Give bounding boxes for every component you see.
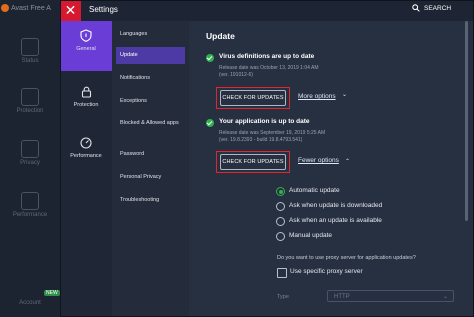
submenu-update[interactable]: Update [116,47,185,64]
radio-manual-update[interactable] [276,232,285,241]
radio-label: Manual update [289,232,333,239]
chevron-down-icon[interactable]: ⌄ [342,91,347,98]
search-button[interactable]: SEARCH [412,4,451,12]
radio-label: Automatic update [289,187,340,194]
bg-nav-protection: Protection [6,88,54,114]
radio-ask-when-available[interactable] [276,217,285,226]
update-settings-panel: Update Virus definitions are up to date … [189,21,474,317]
lock-icon [81,86,91,98]
window-title: Settings [89,5,118,14]
more-options-link[interactable]: More options [298,93,336,100]
search-icon [412,4,420,12]
settings-categories: General Protection Performance [60,21,112,317]
use-proxy-label: Use specific proxy server [290,268,363,275]
background-app-title: Avast Free A [11,5,51,12]
proxy-type-dropdown[interactable]: HTTP ⌄ [327,290,454,302]
gauge-icon [21,192,39,210]
window-header: ✕ Settings SEARCH [60,0,474,21]
scrollbar[interactable] [465,21,468,221]
submenu-troubleshooting[interactable]: Troubleshooting [116,194,185,207]
search-label: SEARCH [424,4,452,12]
chevron-down-icon: ⌄ [442,294,448,300]
radio-automatic-update[interactable] [276,187,285,196]
proxy-type-value: HTTP [334,294,350,300]
page-title: Update [206,31,235,41]
category-label: Performance [70,153,102,159]
use-proxy-checkbox[interactable] [277,268,287,278]
submenu-personal-privacy[interactable]: Personal Privacy [116,171,185,184]
bg-nav-account: Account [19,300,41,306]
check-circle-icon [206,119,214,127]
bg-nav-privacy: Privacy [6,140,54,166]
bg-nav-performance: Performance [6,192,54,218]
category-protection[interactable]: Protection [60,78,112,128]
app-release-date: Release date was September 19, 2019 5:25… [219,130,326,136]
application-status: Your application is up to date [219,118,310,125]
submenu-blocked-allowed-apps[interactable]: Blocked & Allowed apps [116,117,185,130]
check-for-updates-virus-button[interactable]: CHECK FOR UPDATES [220,90,286,106]
shield-icon [80,29,92,42]
submenu-notifications[interactable]: Notifications [116,72,185,85]
submenu-password[interactable]: Password [116,148,185,161]
bg-nav-status: Status [6,38,54,64]
category-performance[interactable]: Performance [60,129,112,179]
virus-version: (ver. 191012-6) [219,72,253,78]
new-badge: NEW [44,290,60,296]
virus-definitions-status: Virus definitions are up to date [219,53,315,60]
category-general[interactable]: General [60,21,112,71]
check-circle-icon [206,54,214,62]
type-label: Type [277,294,289,300]
avast-logo-icon [1,4,9,12]
fewer-options-link[interactable]: Fewer options [298,157,339,164]
virus-release-date: Release date was October 13, 2019 1:04 A… [219,65,319,71]
settings-submenu: Languages Update Notifications Exception… [112,21,189,317]
chevron-up-icon[interactable]: ⌃ [345,158,350,165]
status-icon [21,38,39,56]
fingerprint-icon [21,140,39,158]
proxy-question: Do you want to use proxy server for appl… [277,255,416,261]
category-label: General [76,46,96,52]
lock-icon [21,88,39,106]
category-label: Protection [73,102,99,108]
radio-label: Ask when an update is available [289,217,382,224]
radio-ask-when-downloaded[interactable] [276,202,285,211]
radio-label: Ask when update is downloaded [289,202,383,209]
settings-window: ✕ Settings SEARCH General Protection Per… [60,0,474,317]
background-app-sidebar: Avast Free A Status Protection Privacy P… [0,0,60,317]
close-button[interactable]: ✕ [60,0,81,21]
submenu-exceptions[interactable]: Exceptions [116,95,185,108]
gauge-icon [80,137,92,149]
check-for-updates-app-button[interactable]: CHECK FOR UPDATES [220,154,286,170]
app-version: (ver. 19.8.2393 - build 19.8.4793.541) [219,137,303,143]
submenu-languages[interactable]: Languages [116,28,185,41]
